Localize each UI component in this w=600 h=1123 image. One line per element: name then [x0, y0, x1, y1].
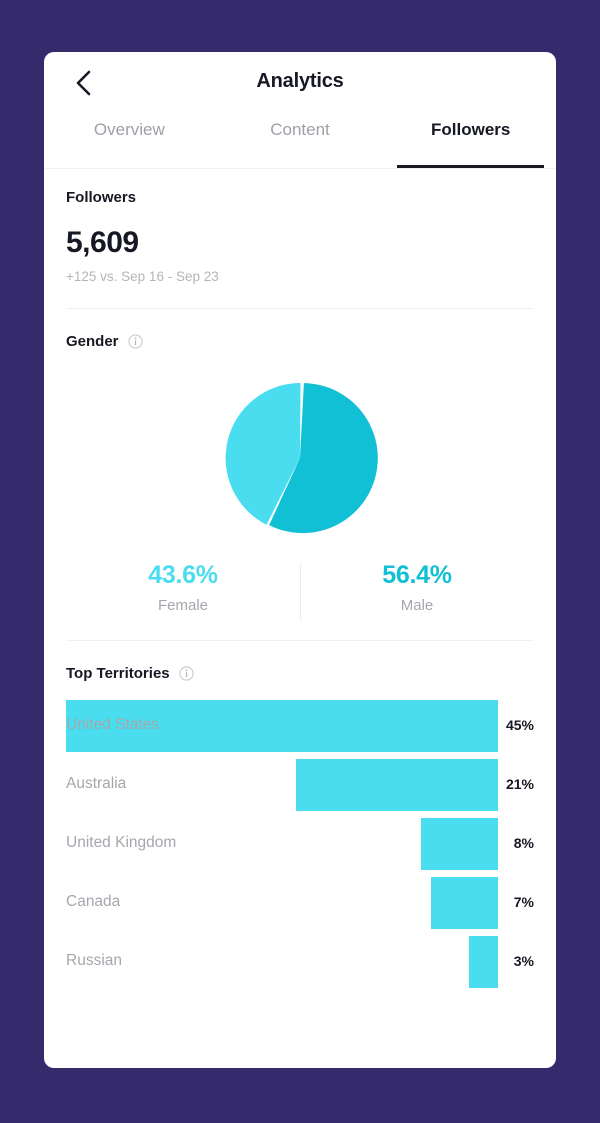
tab-followers[interactable]: Followers	[385, 114, 556, 168]
tab-overview-label: Overview	[93, 120, 165, 139]
followers-section: Followers 5,609 +125 vs. Sep 16 - Sep 23	[66, 169, 534, 284]
app-header: Analytics	[44, 52, 556, 114]
pie-svg	[225, 383, 378, 534]
tab-bar: Overview Content Followers	[44, 114, 556, 168]
territory-percent: 21%	[505, 776, 534, 792]
gender-legend: 43.6% Female 56.4% Male	[66, 561, 534, 620]
territories-section-title: Top Territories	[66, 665, 534, 682]
male-percent: 56.4%	[382, 561, 452, 589]
territory-row: Russian 3%	[66, 932, 534, 991]
territories-bar-chart: United States 45% Australia 21% United Kingd…	[66, 696, 534, 991]
territories-title-label: Top Territories	[66, 664, 170, 682]
territory-name: Canada	[66, 893, 121, 910]
content-area: Followers 5,609 +125 vs. Sep 16 - Sep 23…	[44, 169, 556, 991]
territory-bar	[421, 817, 498, 870]
territory-bar	[469, 935, 498, 988]
legend-item-female: 43.6% Female	[66, 561, 300, 614]
screen-background: Analytics Overview Content Followers Fol…	[0, 0, 600, 1123]
followers-count: 5,609	[66, 226, 139, 259]
territory-row: United States 45%	[66, 696, 534, 755]
territory-bar	[430, 876, 498, 929]
territory-name: Russian	[66, 952, 122, 969]
territory-row: Canada 7%	[66, 873, 534, 932]
territory-percent: 7%	[513, 894, 534, 910]
territory-name: United Kingdom	[66, 834, 177, 851]
territory-name: Australia	[66, 775, 127, 792]
tab-content[interactable]: Content	[215, 114, 386, 168]
tab-overview[interactable]: Overview	[44, 114, 215, 168]
territory-bar	[296, 758, 498, 811]
legend-item-male: 56.4% Male	[300, 561, 534, 614]
territory-row: United Kingdom 8%	[66, 814, 534, 873]
legend-divider	[300, 564, 301, 620]
page-title: Analytics	[256, 70, 344, 92]
tab-content-label: Content	[270, 120, 330, 139]
territory-name: United States	[66, 716, 160, 733]
info-circle-icon[interactable]	[127, 334, 143, 349]
active-tab-indicator	[397, 165, 545, 168]
territory-percent: 3%	[513, 953, 534, 969]
territory-row: Australia 21%	[66, 755, 534, 814]
followers-title-label: Followers	[66, 189, 137, 206]
followers-comparison: +125 vs. Sep 16 - Sep 23	[66, 269, 219, 284]
territory-percent: 8%	[513, 835, 534, 851]
tab-followers-label: Followers	[431, 120, 511, 139]
male-label: Male	[400, 596, 434, 614]
territories-section: Top Territories United States 45% Australi…	[66, 641, 534, 991]
followers-section-title: Followers	[66, 189, 534, 206]
female-label: Female	[157, 596, 209, 614]
analytics-card: Analytics Overview Content Followers Fol…	[44, 52, 556, 1068]
gender-section-title: Gender	[66, 333, 534, 350]
territory-percent: 45%	[505, 717, 534, 733]
gender-title-label: Gender	[66, 333, 119, 350]
female-percent: 43.6%	[148, 561, 218, 589]
gender-pie-chart	[66, 380, 534, 536]
gender-section: Gender 43.6% Female 56.4% Male	[66, 309, 534, 620]
info-circle-icon[interactable]	[178, 665, 194, 681]
